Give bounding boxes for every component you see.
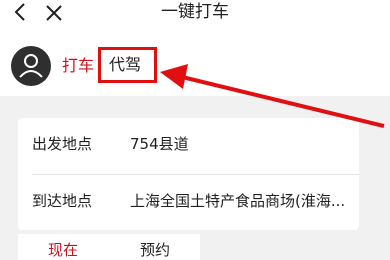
user-avatar-icon[interactable]	[11, 46, 51, 86]
trip-card: 出发地点 754县道 到达地点 上海全国土特产食品商场(淮海...	[18, 118, 359, 230]
tab-book[interactable]: 预约	[140, 240, 170, 260]
top-bar: 一键打车	[0, 0, 390, 28]
time-tabs: 现在 预约	[18, 234, 200, 260]
to-field[interactable]: 上海全国土特产食品商场(淮海...	[130, 191, 354, 211]
tab-taxi[interactable]: 打车	[62, 56, 94, 76]
tab-designated-driver[interactable]: 代驾	[98, 47, 157, 83]
tab-now[interactable]: 现在	[48, 240, 78, 260]
from-field[interactable]: 754县道	[130, 134, 354, 154]
page-title: 一键打车	[161, 2, 229, 22]
from-label: 出发地点	[32, 135, 93, 153]
to-label: 到达地点	[32, 192, 93, 210]
to-row[interactable]: 到达地点 上海全国土特产食品商场(淮海...	[18, 175, 359, 231]
annotation-arrow-icon	[160, 64, 385, 128]
